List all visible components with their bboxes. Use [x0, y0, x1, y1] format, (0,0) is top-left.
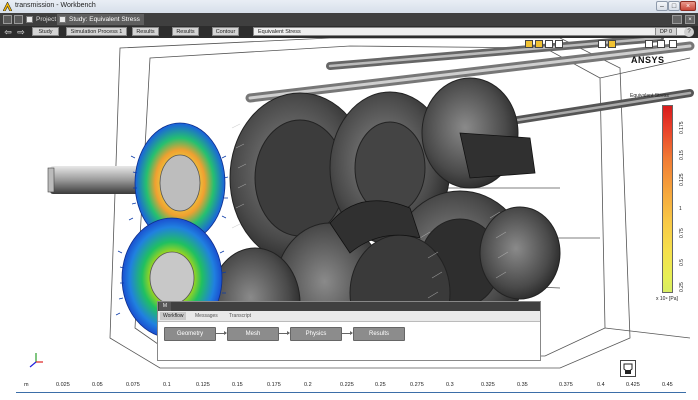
ruler-label: 0.45 — [662, 382, 673, 388]
ruler-line — [16, 392, 686, 393]
legend-tick: 0.25 — [679, 282, 685, 292]
close-tab-icon[interactable]: × — [685, 15, 695, 24]
legend-tick: 0.125 — [679, 173, 685, 186]
ruler-label: 0.225 — [340, 382, 354, 388]
workflow-arrow — [342, 331, 353, 335]
breadcrumb-contour[interactable]: Contour — [212, 27, 239, 36]
breadcrumb-study[interactable]: Study — [32, 27, 59, 36]
view-toolbar-icon[interactable] — [525, 40, 533, 48]
workflow-panel: M Workflow Messages Transcript Geometry … — [157, 301, 541, 361]
view-fit-icon[interactable] — [608, 40, 616, 48]
scale-ruler: m 0.025 0.05 0.075 0.1 0.125 0.15 0.175 … — [0, 379, 698, 393]
legend-tick: 0.5 — [679, 259, 685, 266]
ruler-label: 0.05 — [92, 382, 103, 388]
view-select-icon[interactable] — [535, 40, 543, 48]
view-display-icon[interactable] — [657, 40, 665, 48]
workflow-step-physics[interactable]: Physics — [290, 327, 342, 341]
legend-tick: 0.15 — [679, 150, 685, 160]
ansys-logo-icon — [3, 2, 12, 11]
panel-menu-button[interactable]: M — [159, 302, 171, 311]
tab-bar: Project Study: Equivalent Stress × — [0, 13, 698, 26]
ruler-label: 0.275 — [410, 382, 424, 388]
tab-study-icon — [59, 16, 66, 23]
legend-title: Equivalent Stress — [630, 93, 669, 99]
breadcrumb-results-2[interactable]: Results — [172, 27, 199, 36]
tab-workflow[interactable]: Workflow — [160, 312, 187, 320]
ansys-brand: ANSYS — [631, 55, 665, 65]
view-zoom-icon[interactable] — [598, 40, 606, 48]
tab-study[interactable]: Study: Equivalent Stress — [57, 14, 144, 25]
view-options-icon[interactable] — [645, 40, 653, 48]
ruler-label: 0.15 — [232, 382, 243, 388]
maximize-button[interactable]: □ — [668, 1, 680, 11]
tab-transcript[interactable]: Transcript — [226, 312, 254, 320]
legend-tick: 0.75 — [679, 228, 685, 238]
ruler-label: 0.35 — [517, 382, 528, 388]
ruler-label: 0.125 — [196, 382, 210, 388]
tab-project[interactable]: Project — [24, 14, 60, 25]
tab-project-icon — [26, 16, 33, 23]
ruler-label: m — [24, 382, 29, 388]
ruler-label: 0.025 — [56, 382, 70, 388]
restore-panel-icon[interactable] — [672, 15, 682, 24]
ruler-label: 0.375 — [559, 382, 573, 388]
workflow-step-mesh[interactable]: Mesh — [227, 327, 279, 341]
ruler-label: 0.325 — [481, 382, 495, 388]
breadcrumb-equivalent-stress[interactable]: Equivalent Stress — [253, 27, 688, 36]
ruler-label: 0.25 — [375, 382, 386, 388]
legend-units: x 10⁹ [Pa] — [656, 296, 678, 302]
ruler-label: 0.075 — [126, 382, 140, 388]
legend-tick: 0.175 — [679, 121, 685, 134]
layout-icon[interactable] — [14, 15, 23, 24]
workflow-step-results[interactable]: Results — [353, 327, 405, 341]
view-pan-icon[interactable] — [555, 40, 563, 48]
close-button[interactable]: × — [680, 1, 696, 11]
fit-view-icon[interactable] — [620, 360, 636, 377]
legend-colorbar — [662, 105, 673, 293]
forward-arrow-icon[interactable]: ⇨ — [15, 27, 27, 37]
breadcrumb-simulation-process[interactable]: Simulation Process 1 — [66, 27, 127, 36]
breadcrumb: ⇦ ⇨ Study Simulation Process 1 Results R… — [0, 26, 698, 38]
panel-header: M — [158, 302, 540, 311]
help-icon[interactable]: ? — [684, 27, 694, 37]
view-settings-icon[interactable] — [669, 40, 677, 48]
tab-messages[interactable]: Messages — [192, 312, 221, 320]
minimize-button[interactable]: – — [656, 1, 668, 11]
window-title-bar: transmission - Workbench – □ × — [0, 0, 698, 14]
back-arrow-icon[interactable]: ⇦ — [2, 27, 14, 37]
menu-icon[interactable] — [3, 15, 12, 24]
legend-tick: 1 — [679, 206, 682, 212]
ruler-label: 0.3 — [446, 382, 454, 388]
ruler-label: 0.2 — [304, 382, 312, 388]
window-title: transmission - Workbench — [15, 2, 96, 9]
panel-tabs: Workflow Messages Transcript — [158, 311, 540, 322]
workflow-arrow — [279, 331, 290, 335]
ruler-label: 0.4 — [597, 382, 605, 388]
tab-project-label: Project — [36, 16, 57, 23]
design-point-select[interactable]: DP 0 — [655, 27, 677, 36]
tab-study-label: Study: Equivalent Stress — [69, 16, 140, 23]
breadcrumb-results[interactable]: Results — [132, 27, 159, 36]
axis-triad-icon[interactable] — [28, 352, 44, 368]
ruler-label: 0.175 — [267, 382, 281, 388]
view-rotate-icon[interactable] — [545, 40, 553, 48]
ruler-label: 0.1 — [163, 382, 171, 388]
workflow-arrow — [216, 331, 227, 335]
ruler-label: 0.425 — [626, 382, 640, 388]
workflow-step-geometry[interactable]: Geometry — [164, 327, 216, 341]
